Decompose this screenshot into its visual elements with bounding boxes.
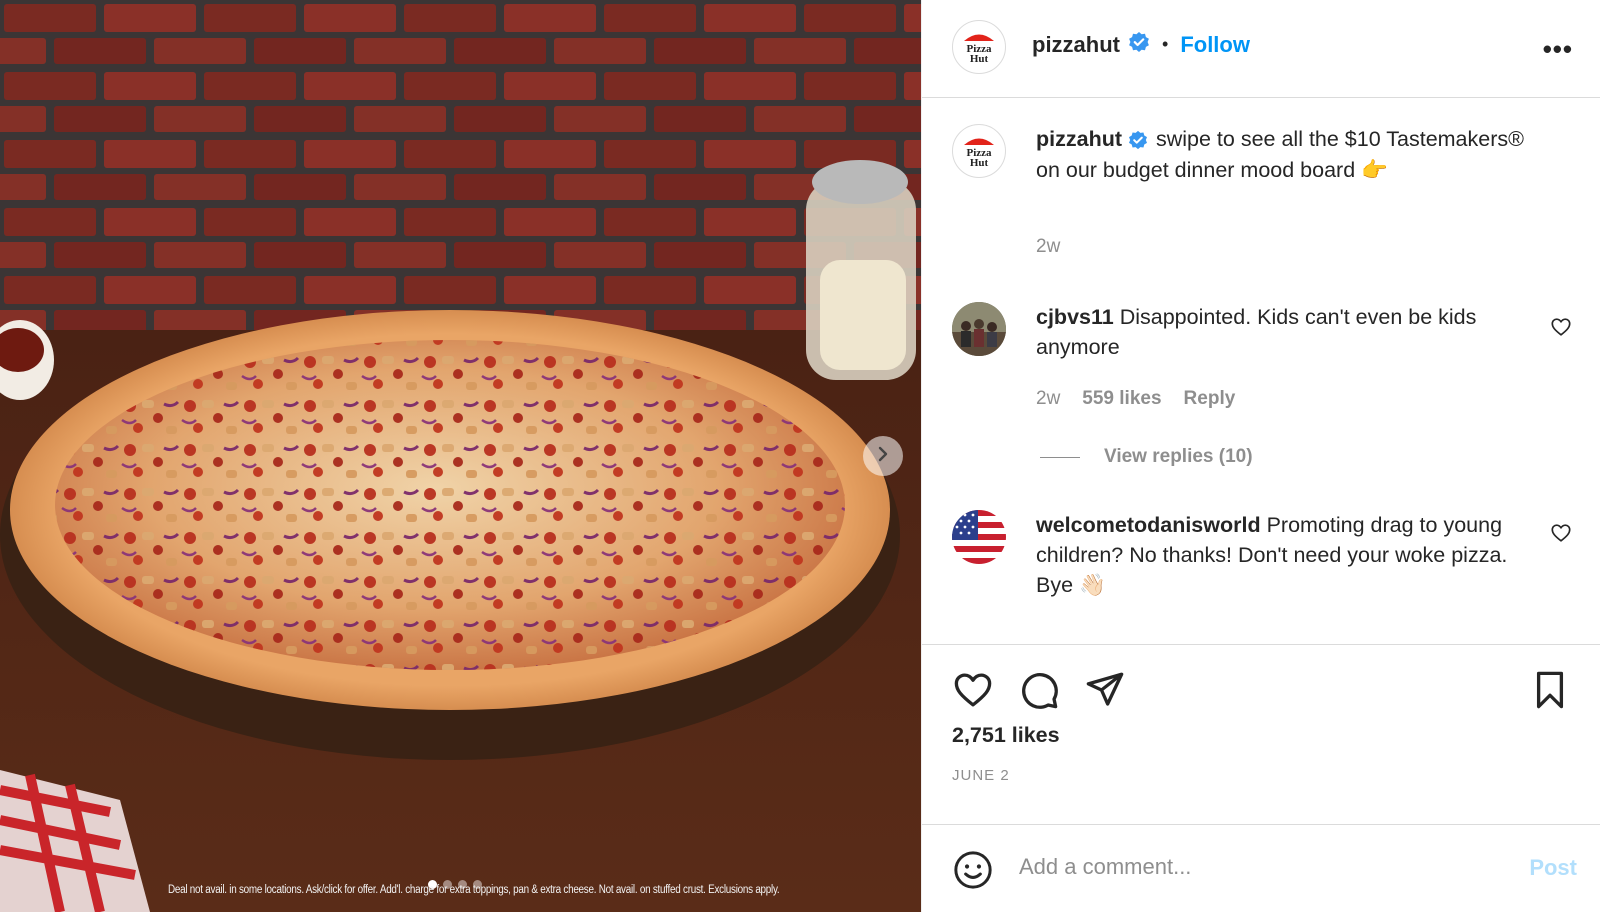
svg-text:Hut: Hut xyxy=(970,157,989,169)
pizza-photo xyxy=(0,0,921,912)
view-replies-label: View replies (10) xyxy=(1104,446,1253,467)
chevron-right-icon xyxy=(874,445,892,468)
welcometodanisworld-avatar[interactable] xyxy=(952,510,1006,564)
view-replies-button[interactable]: View replies (10) xyxy=(1040,446,1253,468)
comment-composer: Post xyxy=(922,824,1600,912)
pizza-hut-logo-icon: Pizza Hut xyxy=(964,138,994,169)
post-actions: 2,751 likes JUNE 2 xyxy=(922,644,1600,824)
carousel-next-button[interactable] xyxy=(863,436,903,476)
post-date[interactable]: JUNE 2 xyxy=(952,767,1010,784)
comment-like-heart-icon[interactable] xyxy=(1550,522,1572,549)
pizza-hut-logo-icon: Pizza Hut xyxy=(964,34,994,65)
post-header: Pizza Hut pizzahut • Follow ••• xyxy=(922,0,1600,98)
comment-likes[interactable]: 559 likes xyxy=(1082,388,1161,410)
group-photo-avatar xyxy=(952,302,1006,356)
verified-badge-icon xyxy=(1128,31,1150,58)
comment-bubble-icon[interactable] xyxy=(1018,669,1060,716)
follow-button[interactable]: Follow xyxy=(1180,32,1250,58)
pizzahut-avatar[interactable]: Pizza Hut xyxy=(952,124,1006,178)
header-username[interactable]: pizzahut xyxy=(1032,32,1120,58)
comment-username[interactable]: cjbvs11 xyxy=(1036,305,1114,329)
post-sidebar: Pizza Hut pizzahut • Follow ••• Pizza Hu… xyxy=(921,0,1600,912)
comment-item: welcometodanisworld Promoting drag to yo… xyxy=(952,510,1572,630)
comment-like-heart-icon[interactable] xyxy=(1550,316,1572,343)
verified-badge-icon xyxy=(1128,125,1148,155)
us-flag-avatar xyxy=(952,510,1006,564)
replies-divider xyxy=(1040,456,1080,458)
header-user: pizzahut • Follow xyxy=(1032,31,1250,58)
comment-item: cjbvs11 Disappointed. Kids can't even be… xyxy=(952,302,1572,482)
pizzahut-avatar[interactable]: Pizza Hut xyxy=(952,20,1006,74)
cjbvs11-avatar[interactable] xyxy=(952,302,1006,356)
comment-text: cjbvs11 Disappointed. Kids can't even be… xyxy=(1036,302,1536,362)
caption-meta: 2w xyxy=(1036,236,1060,258)
caption-username[interactable]: pizzahut xyxy=(1036,127,1122,151)
post-caption: Pizza Hut pizzahut swipe to see all the … xyxy=(952,124,1572,274)
post-comment-button[interactable]: Post xyxy=(1529,855,1577,881)
comment-time[interactable]: 2w xyxy=(1036,388,1060,410)
bookmark-save-icon[interactable] xyxy=(1529,669,1571,716)
caption-time[interactable]: 2w xyxy=(1036,236,1060,258)
share-send-icon[interactable] xyxy=(1084,669,1126,716)
svg-text:Hut: Hut xyxy=(970,53,989,65)
comment-input[interactable] xyxy=(1019,847,1489,887)
comment-meta: 2w 559 likes Reply xyxy=(1036,388,1235,410)
comment-username[interactable]: welcometodanisworld xyxy=(1036,513,1261,537)
emoji-icon[interactable] xyxy=(952,849,994,896)
comment-text: welcometodanisworld Promoting drag to yo… xyxy=(1036,510,1536,600)
more-options-icon[interactable]: ••• xyxy=(1543,34,1573,65)
like-heart-icon[interactable] xyxy=(952,669,994,716)
header-separator: • xyxy=(1162,34,1169,54)
offer-disclaimer: Deal not avail. in some locations. Ask/c… xyxy=(168,884,780,896)
post-image[interactable]: Deal not avail. in some locations. Ask/c… xyxy=(0,0,921,912)
reply-button[interactable]: Reply xyxy=(1184,388,1236,410)
post-likes-count[interactable]: 2,751 likes xyxy=(952,723,1060,748)
caption-text: pizzahut swipe to see all the $10 Tastem… xyxy=(1036,124,1536,185)
comments-list[interactable]: Pizza Hut pizzahut swipe to see all the … xyxy=(922,98,1600,644)
